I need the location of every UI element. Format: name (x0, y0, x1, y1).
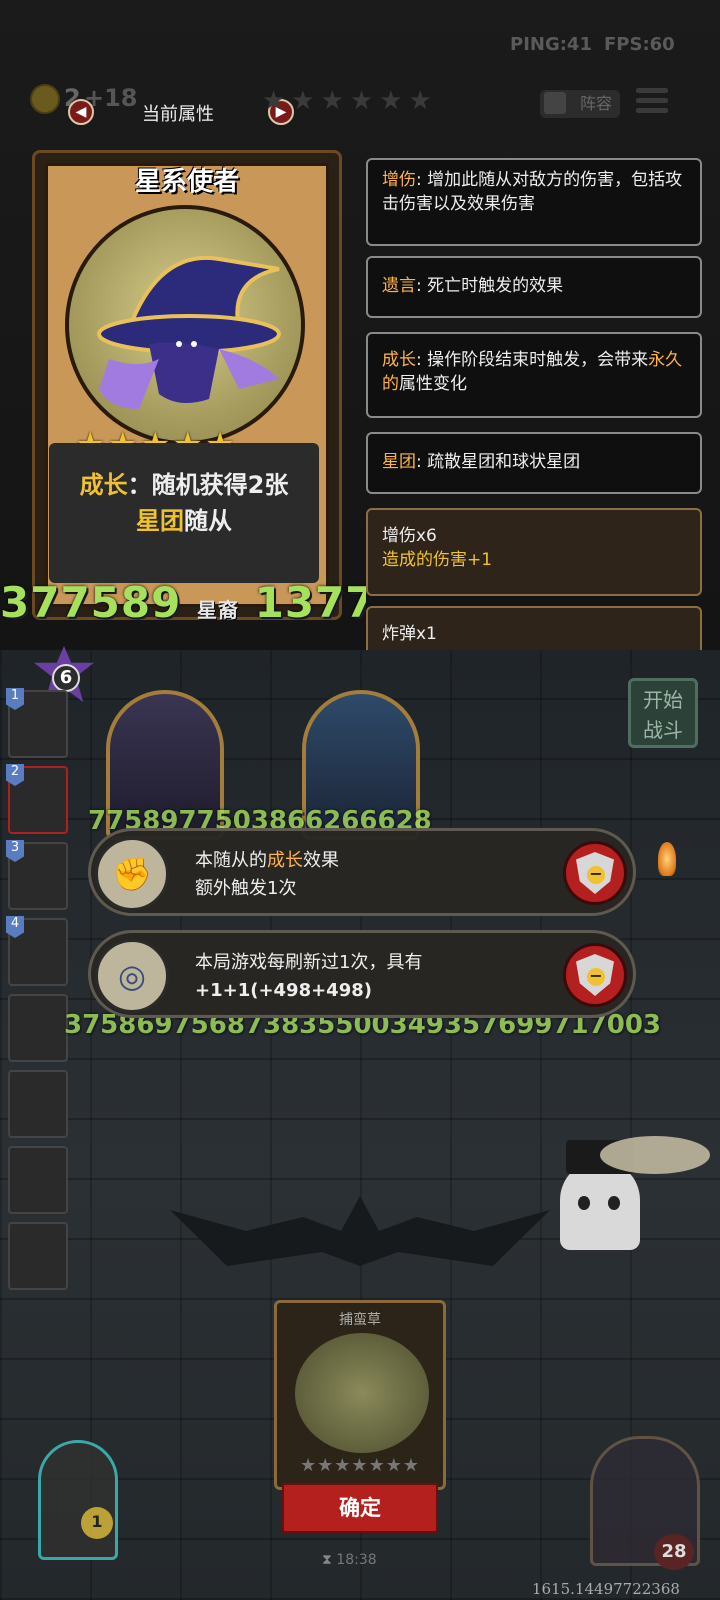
card-portrait (65, 205, 305, 445)
damage-number-row: 377589 星裔 137759 (0, 578, 366, 627)
ability-separator: ： (127, 471, 152, 499)
cymbal-icon (600, 1136, 710, 1174)
turn-timer: ⧗ 18:38 (322, 1552, 377, 1568)
tip-growth: 成长: 操作阶段结束时触发，会带来永久的属性变化 (366, 332, 702, 418)
slot-number: 1 (6, 688, 24, 710)
header-stars: ★★★★★★ (262, 86, 438, 116)
attr-header-title: 当前属性 (142, 104, 214, 125)
seed-readout: 1615.14497722368 (532, 1580, 680, 1598)
stat-bomb: 炸弹x1 (366, 606, 702, 654)
damage-number-right: 137759 (254, 578, 366, 627)
ability-keyword-2: 星团 (136, 507, 184, 535)
buff-line1-pre: 本随从的 (195, 850, 267, 871)
lineup-slot-5[interactable] (8, 994, 68, 1062)
tip-text: : 增加此随从对敌方的伤害，包括攻击伤害以及效果伤害 (382, 170, 683, 214)
torch-flame-icon (658, 842, 676, 876)
menu-icon[interactable] (636, 84, 668, 116)
tip-damage-boost: 增伤: 增加此随从对敌方的伤害，包括攻击伤害以及效果伤害 (366, 158, 702, 246)
tip-text: : 疏散星团和球状星团 (416, 452, 581, 472)
prev-attr-button[interactable]: ◀ (68, 99, 94, 125)
start-battle-button[interactable]: 开始 战斗 (628, 678, 698, 748)
lineup-slot-1[interactable]: 1 (6, 688, 68, 758)
skull-ghost-icon (560, 1140, 640, 1250)
buff-text: 本随从的成长效果 额外触发1次 (195, 847, 339, 903)
tip-text: : 死亡时触发的效果 (416, 276, 564, 296)
buff-line2: 额外触发1次 (195, 878, 297, 899)
lineup-slot-8[interactable] (8, 1222, 68, 1290)
book-icon (544, 92, 566, 114)
attribute-panel: PING:41 FPS:60 2 +18 ◀ 当前属性 ▶ ★★★★★★ 阵容 … (0, 0, 720, 654)
minion-card: 星系使者 ★★★★★ 成长：随机获得2张 星团随从 (32, 150, 342, 620)
health-value: 28 (654, 1534, 694, 1570)
ability-keyword: 成长 (79, 471, 128, 499)
remove-buff-button[interactable]: − (563, 943, 627, 1007)
buff-line1-keyword: 成长 (267, 850, 303, 871)
ring-icon: ◎ (95, 939, 169, 1013)
lineup-slot-2[interactable]: 2 (6, 764, 68, 834)
tip-star-cluster: 星团: 疏散星团和球状星团 (366, 432, 702, 494)
hourglass-icon: ⧗ (322, 1552, 332, 1568)
card-ability: 成长：随机获得2张 星团随从 (49, 443, 319, 583)
gold-coin-icon (30, 84, 60, 114)
star-wizard-icon (97, 255, 281, 409)
reward-card-stars: ★★★★★★★ (300, 1455, 420, 1476)
reward-card[interactable]: 捕蛮草 ★★★★★★★ (274, 1300, 446, 1490)
reward-card-name: 捕蛮草 (339, 1312, 381, 1328)
lineup-slot-3[interactable]: 3 (6, 840, 68, 910)
lineup-slot-6[interactable] (8, 1070, 68, 1138)
tip-keyword: 星团 (382, 452, 416, 472)
lineup-button[interactable]: 阵容 (540, 90, 620, 118)
tip-text-2: 属性变化 (399, 374, 467, 394)
start-battle-line1: 开始 (643, 688, 683, 712)
buff-item-growth: ✊ 本随从的成长效果 额外触发1次 − (88, 828, 636, 916)
start-battle-line2: 战斗 (643, 718, 683, 742)
tip-keyword: 成长 (382, 350, 416, 370)
tip-text: : 操作阶段结束时触发，会带来 (416, 350, 649, 370)
shield-icon: − (576, 852, 614, 894)
ability-text: 随机获得2张 (151, 471, 289, 499)
buff-line1: 本局游戏每刷新过1次，具有 (195, 952, 423, 973)
damage-number-left: 377589 (0, 578, 182, 627)
stat-detail: 造成的伤害+1 (382, 550, 493, 570)
turn-timer-text: 18:38 (336, 1552, 377, 1568)
hero-badge: 1 (81, 1507, 113, 1539)
stat-damage-boost: 增伤x6 造成的伤害+1 (366, 508, 702, 596)
stat-name: 炸弹x1 (382, 624, 437, 644)
confirm-button[interactable]: 确定 (282, 1483, 438, 1533)
buff-line2: +1+1(+498+498) (195, 980, 372, 1001)
lineup-slot-4[interactable]: 4 (6, 916, 68, 986)
card-name: 星系使者 (134, 167, 239, 197)
gauntlet-icon: ✊ (95, 837, 169, 911)
fps-readout: FPS:60 (604, 34, 675, 55)
buff-line1-post: 效果 (303, 850, 339, 871)
hero-portrait[interactable]: 1 (38, 1440, 118, 1560)
buff-text: 本局游戏每刷新过1次，具有 +1+1(+498+498) (195, 949, 422, 1005)
damage-number-label: 星裔 (196, 598, 239, 622)
flytrap-icon (295, 1333, 429, 1453)
shield-icon: − (576, 954, 614, 996)
tier-level: 6 (52, 664, 80, 692)
slot-number: 3 (6, 840, 24, 862)
buff-item-refresh: ◎ 本局游戏每刷新过1次，具有 +1+1(+498+498) − (88, 930, 636, 1018)
ability-text-2: 随从 (184, 507, 232, 535)
slot-number: 4 (6, 916, 24, 938)
ping-readout: PING:41 (510, 34, 592, 55)
lineup-label: 阵容 (579, 94, 612, 113)
lineup-slot-7[interactable] (8, 1146, 68, 1214)
stat-name: 增伤x6 (382, 526, 437, 546)
tip-deathrattle: 遗言: 死亡时触发的效果 (366, 256, 702, 318)
tip-keyword: 遗言 (382, 276, 416, 296)
remove-buff-button[interactable]: − (563, 841, 627, 905)
tip-keyword: 增伤 (382, 170, 416, 190)
slot-number: 2 (6, 764, 24, 786)
